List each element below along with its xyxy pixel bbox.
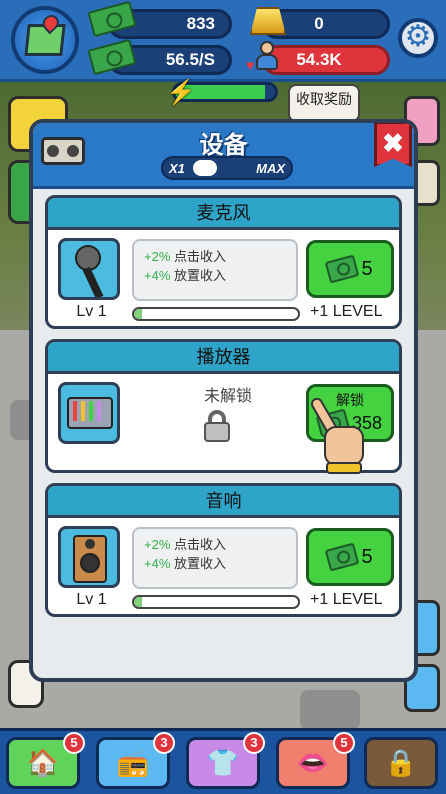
nav-home-button[interactable]: 🏠 5: [6, 732, 85, 789]
lightning-icon: ⚡: [166, 79, 196, 106]
nav-locked-button[interactable]: 🔒: [364, 737, 438, 789]
tutorial-pointer-hand-icon: [308, 395, 368, 486]
fans-value: 54.3K: [296, 50, 342, 69]
locked-character-icon: 🔒: [384, 747, 418, 778]
stat-idle-value: +4%: [144, 268, 171, 283]
item-level: Lv 1: [76, 591, 107, 608]
nav-equipment-button[interactable]: 📻 3: [96, 732, 175, 789]
fan-icon: ♥: [246, 41, 280, 73]
buy-amount-toggle[interactable]: X1 MAX: [161, 156, 293, 180]
stat-tap-value: +2%: [144, 249, 171, 264]
income-rate-value: 56.5/S: [165, 50, 215, 69]
stat-idle-value: +4%: [144, 556, 171, 571]
list-item-microphone: 麦克风 Lv 1 +2% 点击收入 +4% 放置收入 +1 LEVEL 5: [45, 195, 402, 329]
upgrade-button[interactable]: 5: [306, 528, 394, 586]
upgrade-price: 5: [361, 257, 373, 280]
item-name: 麦克风: [48, 198, 399, 230]
stat-idle-label: 放置收入: [174, 268, 227, 283]
top-hud: 833 56.5/S 0 54.3K ♥ ⚙: [0, 0, 446, 82]
list-item-speaker: 音响 Lv 1 +2% 点击收入 +4% 放置收入 +1 LEVEL 5: [45, 483, 402, 617]
item-level: Lv 1: [76, 303, 107, 320]
bottom-nav: 🏠 5 📻 3 👕 3 👄 5 🔒: [0, 728, 446, 794]
level-progress-bar: [132, 307, 300, 321]
upgrade-button[interactable]: 5: [306, 240, 394, 298]
microphone-icon: [58, 238, 120, 300]
stat-idle-label: 放置收入: [174, 556, 227, 571]
stat-tap-value: +2%: [144, 537, 171, 552]
home-icon: 🏠: [26, 747, 60, 778]
collect-reward-tooltip[interactable]: 收取奖励: [288, 84, 360, 122]
settings-gear-button[interactable]: ⚙: [398, 18, 438, 58]
locked-label: 未解锁: [203, 388, 252, 405]
toggle-x1-label[interactable]: X1: [169, 161, 185, 176]
next-level-label: +1 LEVEL: [310, 303, 383, 320]
notification-badge: 3: [243, 732, 265, 754]
nav-clothing-button[interactable]: 👕 3: [186, 732, 265, 789]
notification-badge: 5: [333, 732, 355, 754]
close-button[interactable]: ✖: [374, 123, 412, 167]
cash-stack-icon: [325, 254, 360, 284]
level-progress-bar: [132, 595, 300, 609]
stat-tap-label: 点击收入: [174, 537, 227, 552]
map-button[interactable]: [11, 6, 79, 74]
boombox-icon: 📻: [116, 747, 150, 778]
cash-stack-icon: [325, 542, 360, 572]
modal-header: 设备 X1 MAX ✖: [33, 123, 414, 189]
nav-skills-button[interactable]: 👄 5: [276, 732, 355, 789]
toggle-knob[interactable]: [191, 160, 247, 176]
notification-badge: 5: [63, 732, 85, 754]
level-progress-fill: [134, 309, 143, 319]
mouth-icon: 👄: [296, 747, 330, 778]
tshirt-icon: 👕: [206, 747, 240, 778]
location-pin-icon: [39, 11, 63, 35]
ground-patch: [300, 690, 360, 730]
notification-badge: 3: [153, 732, 175, 754]
gear-icon: ⚙: [404, 20, 432, 53]
item-stats: +2% 点击收入 +4% 放置收入: [132, 527, 298, 589]
next-level-label: +1 LEVEL: [310, 591, 383, 608]
close-icon: ✖: [382, 128, 404, 158]
toggle-max-label[interactable]: MAX: [256, 161, 285, 176]
item-stats: +2% 点击收入 +4% 放置收入: [132, 239, 298, 301]
map-icon: [24, 11, 66, 56]
item-name: 播放器: [48, 342, 399, 374]
mixer-icon: [58, 382, 120, 444]
upgrade-price: 5: [361, 545, 373, 568]
stat-tap-label: 点击收入: [174, 249, 227, 264]
modal-title: 设备: [199, 132, 248, 159]
lock-icon: [204, 410, 230, 442]
fans-counter: 54.3K: [262, 45, 390, 75]
speaker-icon: [58, 526, 120, 588]
gold-value: 0: [314, 14, 324, 33]
collect-reward-label: 收取奖励: [296, 91, 352, 107]
cash-value: 833: [186, 14, 215, 33]
level-progress-fill: [134, 597, 143, 607]
item-name: 音响: [48, 486, 399, 518]
